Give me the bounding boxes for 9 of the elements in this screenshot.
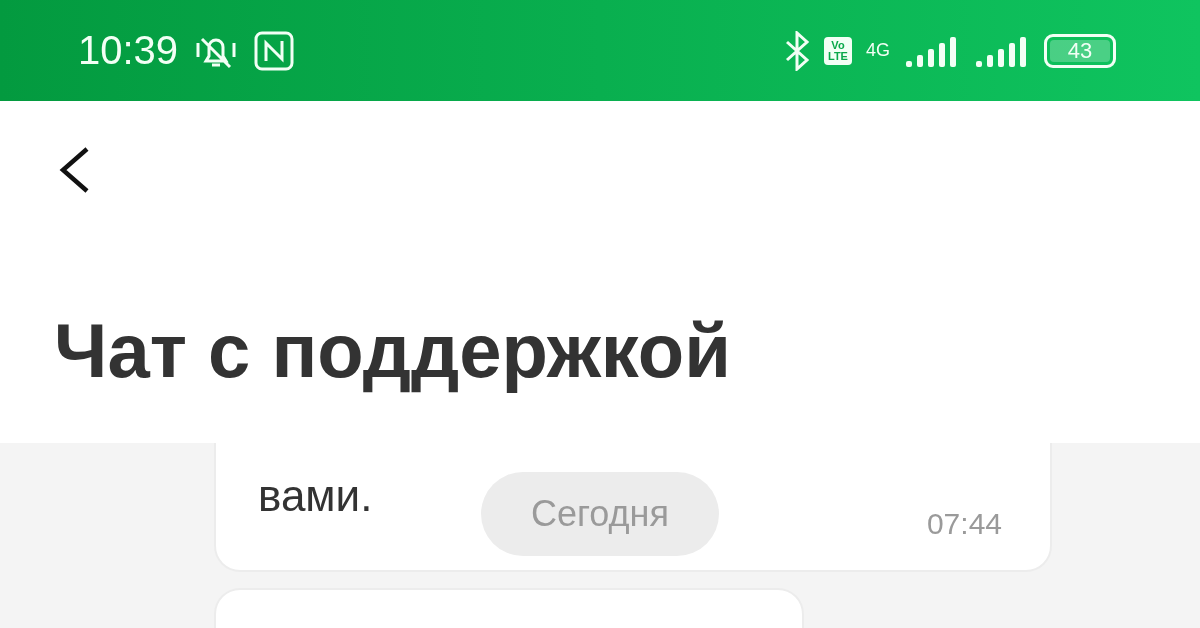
network-type: 4G: [866, 40, 890, 61]
date-separator: Сегодня: [481, 472, 719, 556]
clock-time: 10:39: [78, 28, 179, 73]
nfc-icon: [254, 30, 295, 71]
message-text: вами.: [258, 471, 373, 521]
message-time: 07:44: [926, 507, 1002, 541]
battery-level: 43: [1050, 39, 1110, 62]
volte-badge: Vo LTE: [824, 36, 852, 65]
bluetooth-icon: [784, 30, 810, 71]
